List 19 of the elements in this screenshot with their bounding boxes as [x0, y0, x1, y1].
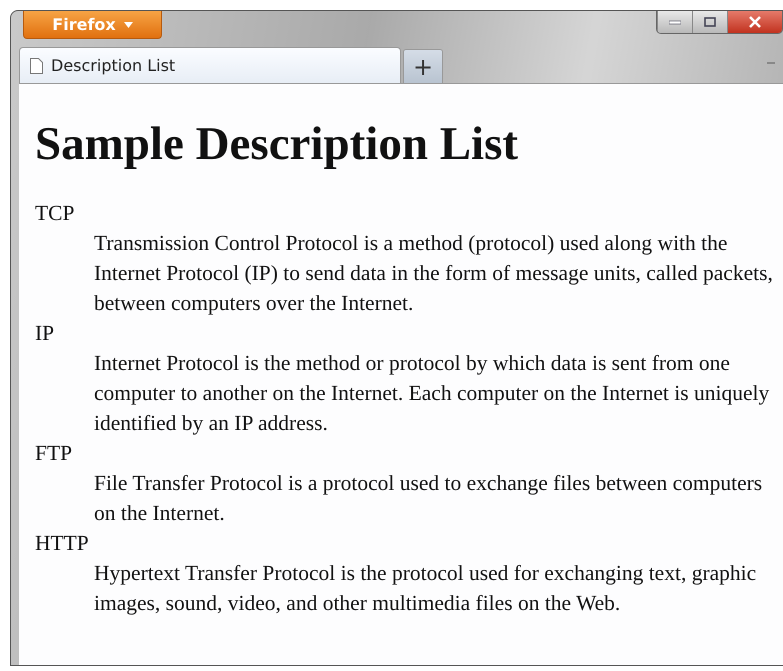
- term: FTP: [35, 440, 74, 467]
- term: TCP: [35, 200, 76, 227]
- term: IP: [35, 320, 56, 347]
- close-button[interactable]: [727, 11, 782, 33]
- minimize-button[interactable]: [657, 11, 692, 33]
- close-icon: [748, 16, 762, 28]
- caret-icon: [124, 22, 133, 28]
- maximize-icon: [704, 17, 716, 27]
- term: HTTP: [35, 530, 90, 557]
- browser-tab[interactable]: Description List: [19, 47, 401, 83]
- term-description: Hypertext Transfer Protocol is the protocol used for exchanging text, graphic images, sound, video, and other multimedia files on the Web.: [94, 560, 758, 617]
- term-description: File Transfer Protocol is a protocol used to exchange files between computers on the Internet.: [94, 470, 764, 527]
- page-icon: [30, 58, 43, 74]
- page-heading: Sample Description List: [35, 117, 520, 172]
- maximize-button[interactable]: [692, 11, 727, 33]
- new-tab-button[interactable]: +: [403, 49, 443, 83]
- term-description: Internet Protocol is the method or protocol by which data is sent from one computer to another on the Internet. Each computer on the Internet is uniquely identified by an IP address.: [94, 350, 770, 437]
- minimize-icon: [669, 19, 681, 25]
- term-description: Transmission Control Protocol is a method (protocol) used along with the Internet Protocol (IP) to send data in the form of message units, called packets, between computers over the Internet.: [94, 230, 774, 317]
